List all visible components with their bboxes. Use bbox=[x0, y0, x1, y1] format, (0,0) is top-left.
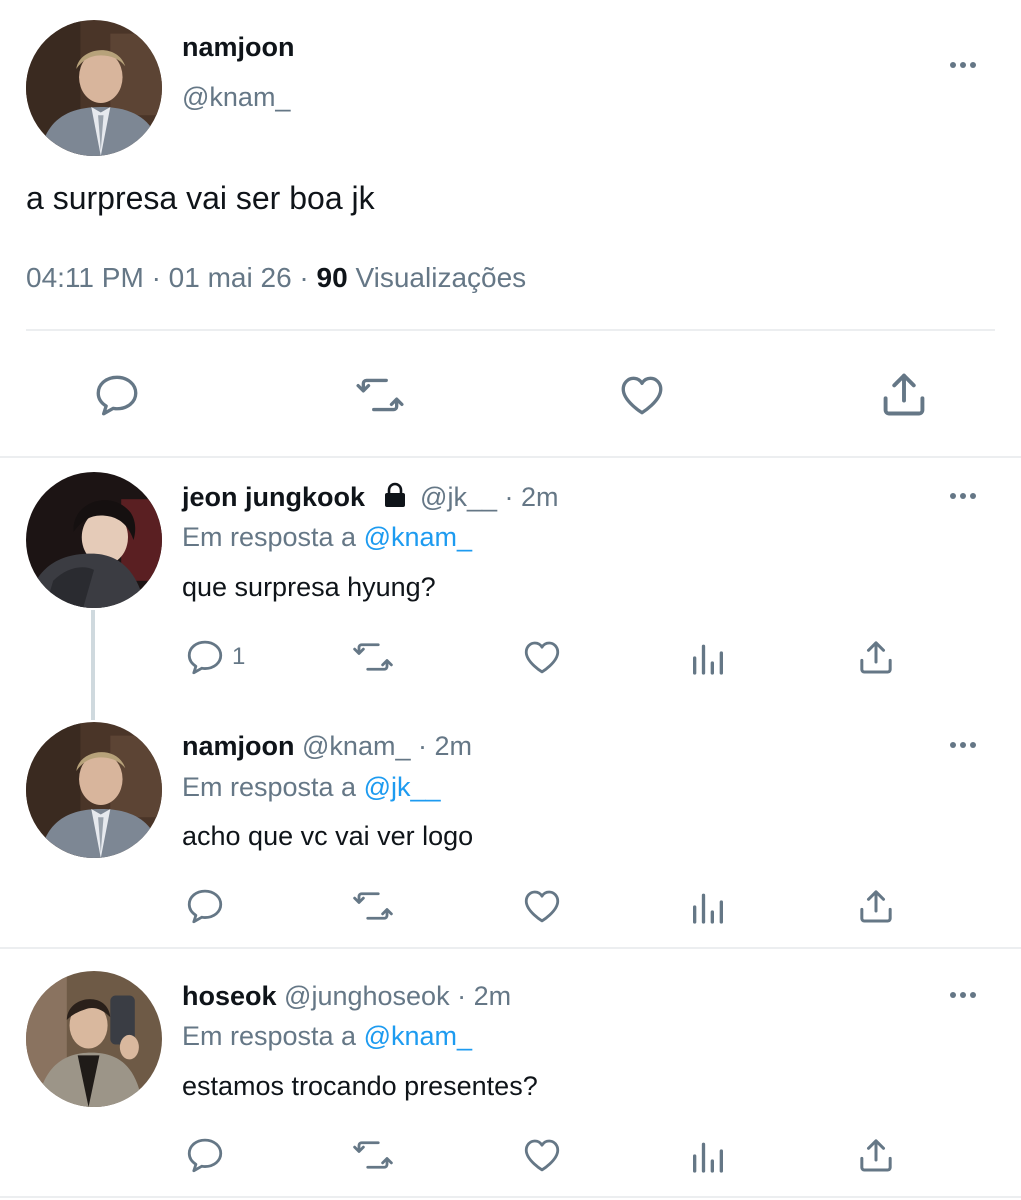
avatar-image bbox=[26, 722, 162, 858]
reply-context: Em resposta a @knam_ bbox=[182, 1021, 472, 1052]
reply-header: namjoon @knam_ · 2m bbox=[182, 731, 472, 762]
author-handle[interactable]: @knam_ bbox=[182, 82, 290, 113]
more-icon[interactable] bbox=[950, 62, 976, 68]
share-icon[interactable] bbox=[856, 885, 896, 927]
divider bbox=[26, 329, 995, 331]
reply-icon[interactable] bbox=[184, 885, 226, 927]
reply-count: 1 bbox=[232, 643, 246, 670]
avatar[interactable] bbox=[26, 472, 162, 608]
tweet-time: 04:11 PM bbox=[26, 262, 144, 293]
reply-text: que surpresa hyung? bbox=[182, 572, 436, 602]
author-handle[interactable]: @junghoseok bbox=[284, 981, 450, 1011]
tweet-text: a surpresa vai ser boa jk bbox=[26, 180, 375, 216]
reply-prefix: Em resposta a bbox=[182, 522, 357, 552]
divider bbox=[0, 1196, 1021, 1198]
reply-icon[interactable] bbox=[184, 636, 226, 678]
more-icon[interactable] bbox=[950, 992, 976, 998]
heart-icon[interactable] bbox=[616, 370, 668, 420]
reply-text: estamos trocando presentes? bbox=[182, 1071, 538, 1101]
views-count[interactable]: 90 bbox=[317, 262, 348, 293]
analytics-icon[interactable] bbox=[688, 638, 728, 678]
reply-icon[interactable] bbox=[92, 370, 142, 420]
tweet-meta: 04:11 PM · 01 mai 26 · 90 Visualizações bbox=[26, 262, 526, 294]
avatar[interactable] bbox=[26, 20, 162, 156]
reply-text: acho que vc vai ver logo bbox=[182, 821, 474, 851]
avatar-image bbox=[26, 472, 162, 608]
author-name[interactable]: namjoon bbox=[182, 32, 295, 63]
retweet-icon[interactable] bbox=[348, 1134, 398, 1176]
heart-icon[interactable] bbox=[520, 1134, 564, 1176]
avatar[interactable] bbox=[26, 971, 162, 1107]
reply-prefix: Em resposta a bbox=[182, 772, 357, 802]
retweet-icon[interactable] bbox=[348, 885, 398, 927]
reply-context: Em resposta a @jk__ bbox=[182, 772, 441, 803]
meta-separator: · bbox=[299, 262, 309, 293]
reply-context: Em resposta a @knam_ bbox=[182, 522, 472, 553]
reply-time[interactable]: 2m bbox=[521, 482, 559, 512]
reply-to-link[interactable]: @knam_ bbox=[364, 1021, 472, 1051]
retweet-icon[interactable] bbox=[348, 636, 398, 678]
reply-time[interactable]: 2m bbox=[435, 731, 473, 761]
share-icon[interactable] bbox=[856, 1134, 896, 1176]
thread-line bbox=[91, 610, 95, 720]
reply-to-link[interactable]: @jk__ bbox=[364, 772, 441, 802]
author-name[interactable]: hoseok bbox=[182, 981, 277, 1011]
divider bbox=[0, 947, 1021, 949]
reply-header: hoseok @junghoseok · 2m bbox=[182, 981, 511, 1012]
more-icon[interactable] bbox=[950, 493, 976, 499]
lock-icon bbox=[384, 482, 405, 507]
heart-icon[interactable] bbox=[520, 636, 564, 678]
avatar-image bbox=[26, 20, 162, 156]
reply-prefix: Em resposta a bbox=[182, 1021, 357, 1051]
author-handle[interactable]: @jk__ bbox=[420, 482, 497, 512]
reply-icon[interactable] bbox=[184, 1134, 226, 1176]
reply-time[interactable]: 2m bbox=[474, 981, 512, 1011]
avatar[interactable] bbox=[26, 722, 162, 858]
meta-separator: · bbox=[151, 262, 161, 293]
analytics-icon[interactable] bbox=[688, 1136, 728, 1176]
meta-separator: · bbox=[504, 482, 514, 512]
tweet-date: 01 mai 26 bbox=[168, 262, 292, 293]
avatar-image bbox=[26, 971, 162, 1107]
analytics-icon[interactable] bbox=[688, 887, 728, 927]
retweet-icon[interactable] bbox=[352, 370, 408, 420]
share-icon[interactable] bbox=[878, 368, 930, 420]
author-name[interactable]: jeon jungkook bbox=[182, 482, 365, 512]
reply-to-link[interactable]: @knam_ bbox=[364, 522, 472, 552]
more-icon[interactable] bbox=[950, 742, 976, 748]
heart-icon[interactable] bbox=[520, 885, 564, 927]
meta-separator: · bbox=[457, 981, 467, 1011]
share-icon[interactable] bbox=[856, 636, 896, 678]
reply-header: jeon jungkook @jk__ · 2m bbox=[182, 482, 559, 513]
divider bbox=[0, 456, 1021, 458]
meta-separator: · bbox=[417, 731, 427, 761]
views-label[interactable]: Visualizações bbox=[355, 262, 526, 293]
author-name[interactable]: namjoon bbox=[182, 731, 295, 761]
author-handle[interactable]: @knam_ bbox=[302, 731, 410, 761]
